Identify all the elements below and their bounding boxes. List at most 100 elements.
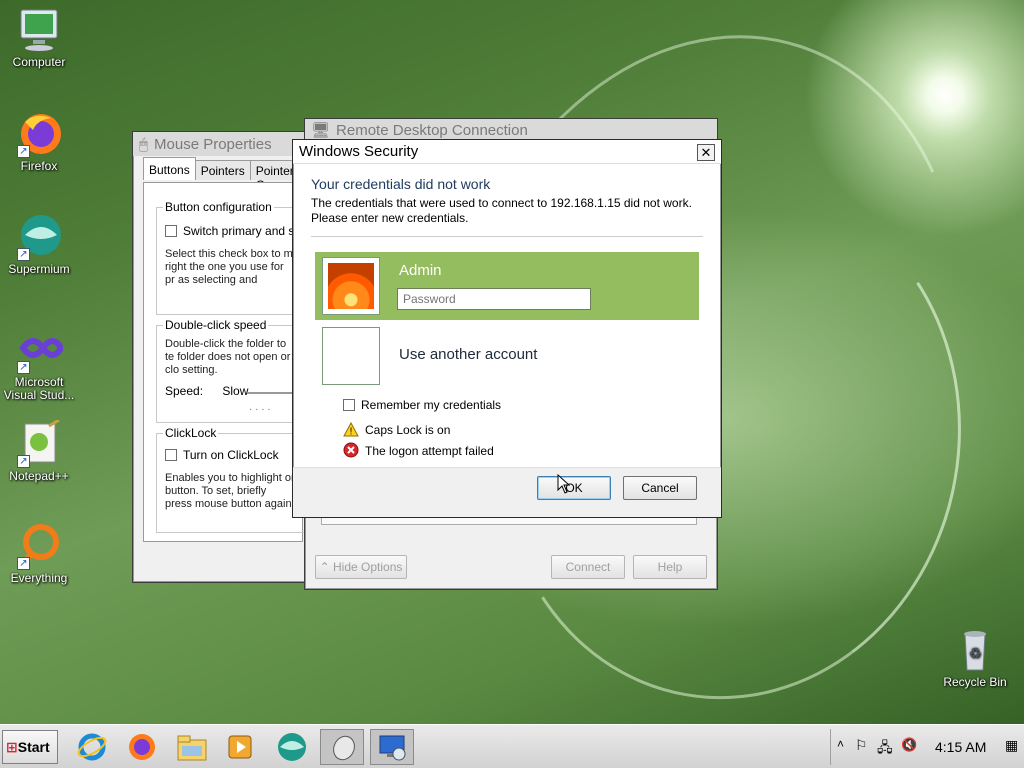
clock[interactable]: 4:15 AM (935, 739, 986, 755)
supermium-icon (278, 733, 306, 761)
mouse-properties-titlebar[interactable]: 🖱 Mouse Properties (133, 132, 311, 156)
desktop-icon-label: Everything (10, 571, 68, 585)
cancel-button[interactable]: Cancel (623, 476, 697, 500)
desktop-icon-label: Recycle Bin (943, 675, 1007, 689)
mouse-cursor-icon (557, 474, 571, 494)
error-heading: Your credentials did not work (311, 176, 491, 192)
tab-page: Button configuration Switch primary and … (143, 182, 308, 542)
desktop-icon-label: Notepad++ (9, 469, 69, 483)
notepadpp-icon: ↗ (15, 418, 63, 468)
windows-security-titlebar[interactable]: Windows Security (293, 140, 721, 164)
start-label: Start (17, 739, 50, 755)
remote-desktop-icon: 🖥 (311, 122, 331, 139)
taskbar-media-player[interactable] (218, 729, 262, 765)
checkbox-label: Switch primary and sec (183, 224, 308, 238)
desktop-icon-supermium[interactable]: ↗ Supermium (0, 213, 78, 276)
remember-credentials-checkbox[interactable] (343, 399, 355, 411)
network-icon[interactable]: 🖧 (877, 737, 893, 761)
desktop-icon-label: Firefox (20, 159, 58, 173)
desktop-icon-label: Supermium (8, 262, 70, 276)
desktop-icon-everything[interactable]: ↗ Everything (0, 522, 78, 585)
clicklock-group: ClickLock Turn on ClickLock Enables you … (156, 426, 306, 533)
description-text: Double-click the folder to te folder doe… (165, 338, 291, 376)
shortcut-arrow-icon: ↗ (17, 248, 30, 261)
desktop-icon-computer[interactable]: Computer (0, 6, 78, 69)
taskbar-supermium[interactable] (270, 729, 314, 765)
desktop-icon-recycle-bin[interactable]: ♻ Recycle Bin (936, 626, 1014, 689)
description-text: Enables you to highlight or button. To s… (165, 472, 295, 510)
connect-button[interactable]: Connect (551, 555, 625, 579)
file-explorer-icon (177, 735, 207, 761)
help-button[interactable]: Help (633, 555, 707, 579)
svg-text:!: ! (350, 427, 353, 438)
other-account-label: Use another account (399, 346, 538, 363)
slow-label: Slow (222, 384, 249, 398)
clicklock-checkbox[interactable] (165, 449, 177, 461)
mouse-properties-window[interactable]: 🖱 Mouse Properties Buttons Pointers Poin… (132, 131, 312, 583)
double-click-speed-group: Double-click speed Double-click the fold… (156, 318, 306, 423)
taskbar-internet-explorer[interactable] (70, 729, 114, 765)
flag-icon[interactable]: ⚐ (855, 737, 868, 754)
recycle-bin-icon: ♻ (951, 626, 999, 674)
logon-failed-row: The logon attempt failed (343, 442, 494, 458)
divider (311, 236, 703, 237)
desktop-icon-label: Computer (12, 55, 66, 69)
error-message: The credentials that were used to connec… (311, 196, 692, 225)
account-tile-other[interactable]: Use another account (315, 320, 699, 388)
group-label: ClickLock (163, 426, 219, 440)
warning-icon: ! (343, 421, 359, 438)
ok-button[interactable]: OK (537, 476, 611, 500)
windows-security-dialog[interactable]: Windows Security ✕ Your credentials did … (292, 139, 722, 518)
account-tile-admin[interactable]: Admin (315, 252, 699, 320)
caps-lock-row: ! Caps Lock is on (343, 421, 451, 438)
remember-row: Remember my credentials (343, 398, 501, 412)
description-text: Select this check box to m right the one… (165, 248, 293, 288)
volume-muted-icon[interactable]: 🔇 (901, 737, 917, 753)
taskbar: ⊞Start ˄ ⚐ 🖧 🔇 4:15 AM ▦ (0, 724, 1024, 768)
caps-lock-text: Caps Lock is on (365, 423, 451, 437)
window-title: Windows Security (299, 143, 419, 160)
shortcut-arrow-icon: ↗ (17, 361, 30, 374)
switch-buttons-checkbox[interactable] (165, 225, 177, 237)
tab-pointers[interactable]: Pointers (194, 160, 251, 180)
remember-label: Remember my credentials (361, 398, 502, 412)
tab-strip: Buttons Pointers Pointer O (143, 157, 312, 192)
group-label: Double-click speed (163, 318, 269, 332)
close-button[interactable]: ✕ (697, 144, 715, 161)
button-configuration-group: Button configuration Switch primary and … (156, 200, 308, 315)
slider-ticks: · · · · (249, 404, 271, 415)
chevron-up-icon: ⌃ (319, 560, 333, 574)
shortcut-arrow-icon: ↗ (17, 455, 30, 468)
media-player-icon (228, 735, 252, 759)
logon-failed-text: The logon attempt failed (365, 444, 494, 458)
remote-desktop-titlebar[interactable]: 🖥 Remote Desktop Connection (305, 119, 717, 141)
hide-options-button[interactable]: ⌃ Hide Options (315, 555, 407, 579)
user-avatar (323, 258, 379, 314)
taskbar-mouse-properties[interactable] (320, 729, 364, 765)
desktop-icon-firefox[interactable]: ↗ Firefox (0, 110, 78, 173)
internet-explorer-icon (77, 733, 107, 761)
show-desktop-icon[interactable]: ▦ (1005, 737, 1018, 754)
desktop-icon-notepadpp[interactable]: ↗ Notepad++ (0, 418, 78, 483)
start-button[interactable]: ⊞Start (2, 730, 58, 764)
chevron-up-icon[interactable]: ˄ (837, 737, 844, 751)
taskbar-firefox[interactable] (120, 729, 164, 765)
password-input[interactable] (397, 288, 591, 310)
account-name: Admin (399, 262, 442, 279)
windows-logo-icon: ⊞ (6, 739, 18, 755)
flower-avatar-icon (328, 263, 374, 309)
taskbar-remote-desktop[interactable] (370, 729, 414, 765)
checkbox-label: Turn on ClickLock (183, 448, 279, 462)
window-title: Mouse Properties (154, 135, 272, 153)
desktop-icon-label: Microsoft Visual Stud... (3, 375, 75, 402)
speed-slider[interactable] (247, 392, 297, 394)
remote-desktop-icon (379, 735, 406, 761)
window-title: Remote Desktop Connection (336, 121, 528, 139)
taskbar-file-explorer[interactable] (170, 729, 214, 765)
group-label: Button configuration (163, 200, 274, 214)
firefox-icon: ↗ (15, 110, 63, 158)
button-label: Hide Options (333, 560, 403, 574)
tab-buttons[interactable]: Buttons (143, 157, 196, 180)
shortcut-arrow-icon: ↗ (17, 145, 30, 158)
desktop-icon-visual-studio[interactable]: ↗ Microsoft Visual Stud... (0, 326, 78, 402)
